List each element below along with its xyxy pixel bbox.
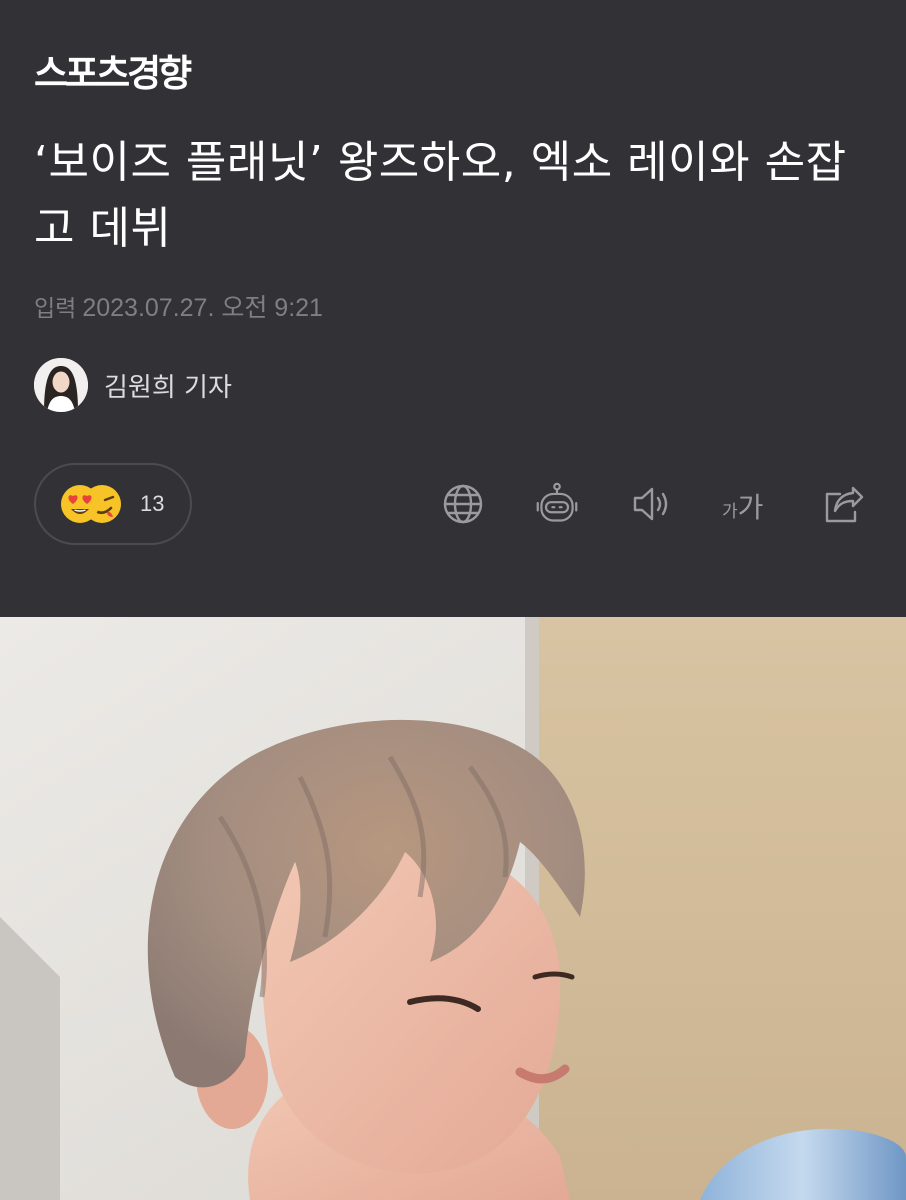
reporter-name[interactable]: 김원희 기자 xyxy=(104,367,232,404)
article-hero-image xyxy=(0,617,906,1200)
reaction-count: 13 xyxy=(140,491,165,516)
article-header: 스포츠경향 ‘보이즈 플래닛’ 왕즈하오, 엑소 레이와 손잡고 데뷔 입력 20… xyxy=(0,0,906,617)
font-size-icon[interactable]: 가가 xyxy=(722,486,763,526)
publish-label: 입력 xyxy=(34,296,77,322)
robot-icon[interactable] xyxy=(535,482,579,526)
reaction-emojis xyxy=(60,482,132,526)
reporter-avatar[interactable] xyxy=(34,358,88,412)
speaker-icon[interactable] xyxy=(630,482,674,526)
globe-icon[interactable] xyxy=(441,482,485,526)
publish-info: 입력 2023.07.27. 오전 9:21 xyxy=(34,290,323,327)
heart-eyes-emoji xyxy=(61,485,99,523)
brand-logo[interactable]: 스포츠경향 xyxy=(34,52,192,96)
reaction-button[interactable]: 13 xyxy=(34,463,192,545)
share-icon[interactable] xyxy=(822,482,866,526)
font-size-large-label: 가 xyxy=(737,491,764,524)
article-headline: ‘보이즈 플래닛’ 왕즈하오, 엑소 레이와 손잡고 데뷔 xyxy=(34,137,847,254)
reporter-byline[interactable]: 김원희 기자 xyxy=(34,357,232,413)
font-size-small-label: 가 xyxy=(722,502,738,522)
publish-datetime: 2023.07.27. 오전 9:21 xyxy=(82,294,323,322)
